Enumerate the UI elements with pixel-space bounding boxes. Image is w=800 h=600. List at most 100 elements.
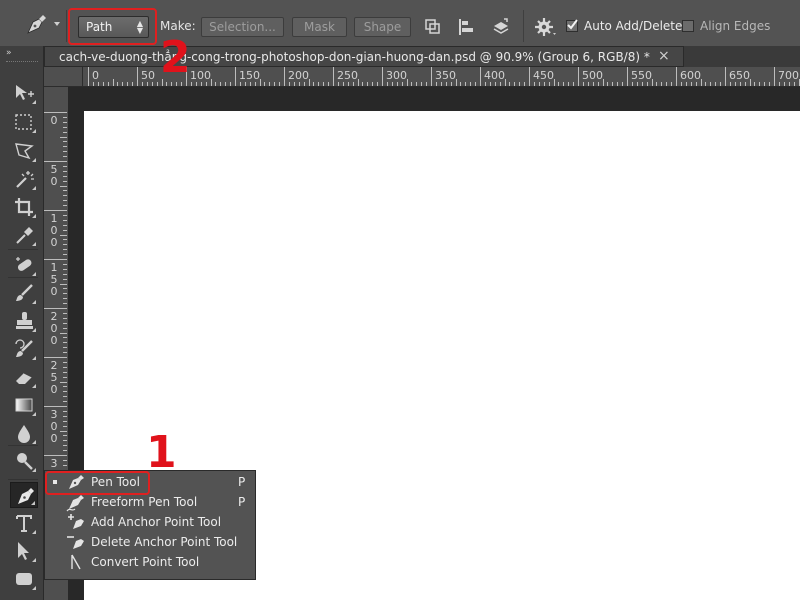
ruler-origin-corner[interactable] [44, 67, 83, 87]
ruler-minor-tick [651, 79, 653, 86]
ruler-minor-tick [60, 332, 67, 334]
ruler-minor-tick [63, 371, 67, 373]
make-mask-button[interactable]: Mask [292, 17, 347, 37]
close-document-icon[interactable]: × [658, 48, 670, 64]
ruler-minor-tick [63, 165, 67, 167]
ruler-major-tick [44, 455, 67, 456]
document-tab[interactable]: cach-ve-duong-thẳng-cong-trong-photoshop… [44, 46, 684, 67]
eyedropper-tool[interactable] [10, 222, 38, 248]
ruler-minor-tick [156, 82, 158, 86]
ruler-label: 600 [680, 69, 701, 82]
blur-tool[interactable] [10, 420, 38, 446]
brush-tool[interactable] [10, 280, 38, 306]
ruler-minor-tick [279, 82, 281, 86]
ruler-minor-tick [63, 312, 67, 314]
path-operations-button[interactable] [422, 16, 444, 38]
ruler-minor-tick [122, 82, 124, 86]
ruler-minor-tick [63, 273, 67, 275]
flyout-item-delete-anchor-point-tool[interactable]: Delete Anchor Point Tool [45, 532, 255, 552]
ruler-minor-tick [230, 82, 232, 86]
ruler-minor-tick [396, 82, 398, 86]
path-alignment-button[interactable] [456, 16, 478, 38]
ruler-minor-tick [587, 82, 589, 86]
ruler-minor-tick [631, 82, 633, 86]
ruler-minor-tick [63, 347, 67, 349]
make-shape-button[interactable]: Shape [354, 17, 411, 37]
dodge-tool[interactable] [10, 448, 38, 474]
type-tool[interactable] [10, 510, 38, 536]
align-edges-checkbox[interactable] [682, 20, 694, 32]
ruler-minor-tick [63, 239, 67, 241]
ruler-minor-tick [563, 82, 565, 86]
move-tool[interactable] [10, 80, 38, 106]
ruler-minor-tick [269, 82, 271, 86]
ruler-minor-tick [63, 391, 67, 393]
more-tools-indicator [32, 214, 36, 218]
annotation-step-two: 2 [160, 32, 191, 83]
auto-add-delete-checkbox[interactable] [566, 19, 578, 32]
ruler-minor-tick [646, 82, 648, 86]
ruler-minor-tick [749, 79, 751, 86]
crop-tool[interactable] [10, 194, 38, 220]
rectangle-tool[interactable] [10, 566, 38, 592]
ruler-label: 0 [50, 114, 58, 127]
ruler-label: 100 [190, 69, 211, 82]
flyout-item-freeform-pen-tool[interactable]: Freeform Pen Tool P [45, 492, 255, 512]
ruler-minor-tick [421, 82, 423, 86]
ruler-label: 100 [50, 212, 58, 249]
rectangular-marquee-tool[interactable] [10, 109, 38, 135]
ruler-minor-tick [499, 82, 501, 86]
gradient-tool[interactable] [10, 392, 38, 418]
ruler-minor-tick [416, 82, 418, 86]
ruler-minor-tick [328, 82, 330, 86]
ruler-minor-tick [391, 82, 393, 86]
path-selection-tool[interactable] [10, 538, 38, 564]
ruler-minor-tick [63, 205, 67, 207]
flyout-item-add-anchor-point-tool[interactable]: Add Anchor Point Tool [45, 512, 255, 532]
ruler-label: 250 [337, 69, 358, 82]
ruler-minor-tick [739, 82, 741, 86]
more-tools-indicator [32, 356, 36, 360]
history-brush-tool[interactable] [10, 336, 38, 362]
ruler-minor-tick [63, 146, 67, 148]
pen-tool-preset-picker[interactable] [24, 13, 48, 39]
pen-tool[interactable] [10, 482, 38, 508]
ruler-minor-tick [553, 79, 555, 86]
ruler-minor-tick [401, 82, 403, 86]
clone-stamp-tool[interactable] [10, 308, 38, 334]
ruler-major-tick [44, 161, 67, 162]
spot-healing-brush-tool[interactable] [10, 252, 38, 278]
more-tools-indicator [32, 384, 36, 388]
ruler-minor-tick [318, 82, 320, 86]
ruler-major-tick [578, 67, 579, 86]
polygonal-lasso-tool[interactable] [10, 138, 38, 164]
path-arrangement-button[interactable] [490, 16, 512, 38]
ruler-minor-tick [63, 464, 67, 466]
eraser-tool[interactable] [10, 364, 38, 390]
ruler-minor-tick [274, 82, 276, 86]
flyout-item-convert-point-tool[interactable]: Convert Point Tool [45, 552, 255, 572]
ruler-minor-tick [617, 82, 619, 86]
ruler-minor-tick [63, 366, 67, 368]
ruler-minor-tick [63, 175, 67, 177]
ruler-minor-tick [63, 180, 67, 182]
ruler-minor-tick [519, 82, 521, 86]
ruler-minor-tick [715, 82, 717, 86]
make-selection-button[interactable]: Selection... [201, 17, 284, 37]
collapse-panel-icon[interactable]: » [6, 48, 11, 58]
more-tools-indicator [32, 272, 36, 276]
geometry-options-button[interactable] [534, 16, 558, 38]
more-tools-indicator [32, 558, 36, 562]
annotation-step-one: 1 [146, 427, 177, 478]
ruler-minor-tick [63, 141, 67, 143]
ruler-minor-tick [102, 82, 104, 86]
preset-dropdown-icon[interactable] [54, 22, 60, 26]
align-edges-label: Align Edges [700, 19, 771, 33]
ruler-minor-tick [92, 82, 94, 86]
panel-grip[interactable] [6, 61, 38, 64]
ruler-minor-tick [435, 82, 437, 86]
flyout-item-label: Delete Anchor Point Tool [91, 535, 238, 549]
ruler-minor-tick [63, 249, 67, 251]
ruler-minor-tick [63, 170, 67, 172]
magic-wand-tool[interactable] [10, 166, 38, 192]
